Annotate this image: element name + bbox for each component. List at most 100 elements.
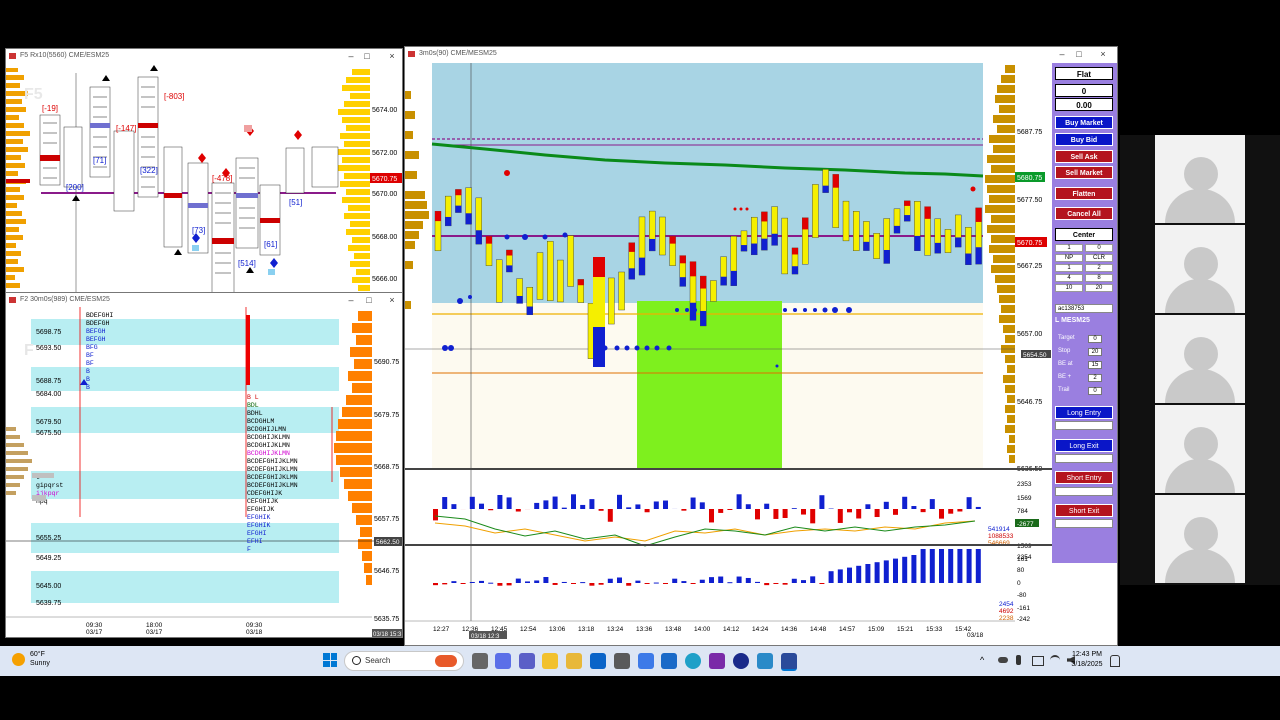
svg-text:BF: BF — [86, 360, 94, 367]
qty-offset[interactable]: 0 — [1085, 244, 1113, 252]
price-chart[interactable]: 5687.75 5677.50 5667.25 5657.00 5646.75 … — [405, 61, 1052, 646]
store-icon[interactable] — [566, 653, 582, 669]
stop-input[interactable]: 20 — [1088, 348, 1102, 356]
cumulative-bar — [828, 571, 834, 583]
display-icon[interactable] — [1032, 656, 1044, 666]
chevron-up-icon[interactable]: ^ — [980, 655, 984, 665]
cursor-price-tag: 5654.50 — [1023, 352, 1047, 359]
qty-input[interactable]: 1 — [1055, 244, 1083, 252]
participant-tile[interactable] — [1155, 135, 1245, 223]
cumulative-bar — [543, 576, 549, 583]
teams-icon[interactable] — [519, 653, 535, 669]
delta-bar — [975, 506, 981, 509]
window-footprint[interactable]: F5 Rx10(5560) CME/ESM25 – □ × [-19] [71]… — [5, 48, 403, 295]
participant-tile[interactable] — [1155, 405, 1245, 493]
settings-icon[interactable] — [614, 653, 630, 669]
center-button[interactable]: Center — [1055, 228, 1113, 241]
close-button[interactable]: × — [1095, 47, 1111, 61]
qty-preset-button[interactable]: 8 — [1085, 274, 1113, 282]
short-exit-button[interactable]: Short Exit — [1055, 504, 1113, 517]
np-button[interactable]: NP — [1055, 254, 1083, 262]
qty-preset-button[interactable]: 20 — [1085, 284, 1113, 292]
app-icon[interactable] — [733, 653, 749, 669]
visual-studio-icon[interactable] — [709, 653, 725, 669]
microphone-icon[interactable] — [1016, 655, 1021, 665]
windows-start-icon[interactable] — [323, 653, 337, 667]
qty-preset-button[interactable]: 4 — [1055, 274, 1083, 282]
account-select[interactable]: ac138753 — [1055, 304, 1113, 313]
minimize-button[interactable]: – — [1054, 47, 1070, 61]
cumulative-bar — [442, 583, 448, 585]
search-box[interactable]: Search — [344, 651, 464, 671]
short-entry-select[interactable] — [1055, 487, 1113, 496]
level-label: 5693.50 — [36, 345, 61, 352]
clock-time[interactable]: 12:43 PM — [1067, 651, 1107, 658]
window-tpo[interactable]: F2 30m0s(989) CME/ESM25 – □ × BDEFGHI BD… — [5, 292, 403, 638]
candle-buy-volume — [965, 253, 972, 265]
long-entry-select[interactable] — [1055, 421, 1113, 430]
maximize-button[interactable]: □ — [359, 49, 375, 63]
copilot-icon[interactable] — [495, 653, 511, 669]
svg-text:EFHI: EFHI — [247, 538, 263, 545]
buy-market-button[interactable]: Buy Market — [1055, 116, 1113, 129]
file-explorer-icon[interactable] — [542, 653, 558, 669]
task-view-icon[interactable] — [472, 653, 488, 669]
cumulative-bar — [534, 580, 540, 583]
indicator-scale: 784 — [1017, 508, 1028, 515]
outlook-icon[interactable] — [590, 653, 606, 669]
close-button[interactable]: × — [384, 293, 400, 307]
svg-text:BCDEFGHIJKLMN: BCDEFGHIJKLMN — [247, 482, 298, 489]
maximize-button[interactable]: □ — [1071, 47, 1087, 61]
buy-bid-button[interactable]: Buy Bid — [1055, 133, 1113, 146]
delta-bar — [644, 509, 650, 513]
copilot-app-icon[interactable] — [638, 653, 654, 669]
app-icon[interactable] — [757, 653, 773, 669]
participant-tile[interactable] — [1155, 315, 1245, 403]
minimize-button[interactable]: – — [343, 293, 359, 307]
time-axis-label: 15:09 — [868, 626, 885, 633]
cancel-all-button[interactable]: Cancel All — [1055, 207, 1113, 220]
wifi-icon[interactable] — [1050, 655, 1060, 665]
weather-widget[interactable]: 60°F Sunny — [12, 651, 72, 671]
be-at-input[interactable]: 15 — [1088, 361, 1102, 369]
close-button[interactable]: × — [384, 49, 400, 63]
short-entry-button[interactable]: Short Entry — [1055, 471, 1113, 484]
clr-button[interactable]: CLR — [1085, 254, 1113, 262]
qty-preset-button[interactable]: 1 — [1055, 264, 1083, 272]
chart-watermark: F — [24, 342, 34, 359]
tpo-chart[interactable]: BDEFGHI BDEFGH BEFGH BEFGH BFG BF BF B B… — [6, 307, 403, 638]
footprint-chart[interactable]: [-19] [71] [-147] [200] [322] [-803] [73… — [6, 63, 403, 295]
be-plus-input[interactable]: 2 — [1088, 374, 1102, 382]
participant-tile[interactable] — [1155, 495, 1245, 583]
notification-icon[interactable] — [1110, 655, 1120, 667]
flatten-button[interactable]: Flatten — [1055, 187, 1113, 200]
participant-tile[interactable] — [1155, 225, 1245, 313]
trail-input[interactable]: 0 — [1088, 387, 1102, 395]
window-main-chart[interactable]: 3m0s(90) CME/MESM25 – □ × 5687.75 5677.5… — [404, 46, 1118, 646]
long-entry-button[interactable]: Long Entry — [1055, 406, 1113, 419]
cumulative-bar — [874, 562, 880, 583]
delta-bar — [718, 509, 724, 513]
window-title-bar[interactable]: 3m0s(90) CME/MESM25 — [405, 47, 1117, 61]
delta-label: [-147] — [116, 124, 136, 133]
sell-ask-button[interactable]: Sell Ask — [1055, 150, 1113, 163]
sell-market-button[interactable]: Sell Market — [1055, 166, 1113, 179]
long-exit-button[interactable]: Long Exit — [1055, 439, 1113, 452]
long-exit-select[interactable] — [1055, 454, 1113, 463]
edge-icon[interactable] — [685, 653, 701, 669]
candle-sell-volume — [628, 242, 635, 252]
mail-icon[interactable] — [661, 653, 677, 669]
clock-date[interactable]: 3/18/2025 — [1064, 661, 1110, 668]
minimize-button[interactable]: – — [343, 49, 359, 63]
short-exit-select[interactable] — [1055, 519, 1113, 528]
cumulative-bar — [709, 577, 714, 583]
maximize-button[interactable]: □ — [361, 293, 377, 307]
active-app-icon[interactable] — [781, 653, 797, 671]
price-axis-label: 5668.00 — [372, 234, 397, 241]
qty-preset-button[interactable]: 2 — [1085, 264, 1113, 272]
candle-buy-volume — [792, 266, 798, 275]
target-input[interactable]: 0 — [1088, 335, 1102, 343]
onedrive-icon[interactable] — [998, 657, 1008, 663]
qty-preset-button[interactable]: 10 — [1055, 284, 1083, 292]
candle-buy-volume — [904, 215, 911, 222]
